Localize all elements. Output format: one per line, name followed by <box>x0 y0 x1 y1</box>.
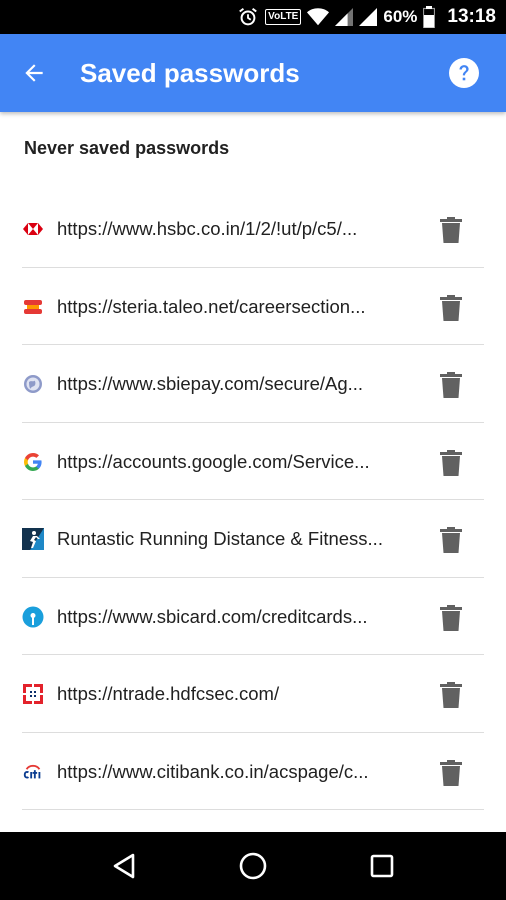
entry-url: https://www.sbiepay.com/secure/Ag... <box>57 373 364 394</box>
password-exceptions-list: https://www.hsbc.co.in/1/2/!ut/p/c5/... … <box>0 190 506 810</box>
entry-url: https://accounts.google.com/Service... <box>57 450 370 472</box>
citi-favicon <box>22 761 44 783</box>
delete-button[interactable] <box>434 291 468 325</box>
signal-icon <box>359 8 378 26</box>
entry-url: https://steria.taleo.net/careersection..… <box>57 295 366 317</box>
help-icon <box>449 58 479 88</box>
system-nav-bar <box>0 832 506 900</box>
arrow-back-icon <box>25 64 43 82</box>
entry-url: https://ntrade.hdfcsec.com/ <box>57 683 280 704</box>
status-bar: VoLTE 60% 13:18 <box>0 0 506 34</box>
google-favicon <box>22 451 44 473</box>
delete-button[interactable] <box>434 446 468 480</box>
delete-button[interactable] <box>434 678 468 712</box>
list-item[interactable]: https://accounts.google.com/Service... <box>0 423 506 500</box>
trash-icon <box>440 372 462 398</box>
alarm-icon <box>237 6 259 28</box>
trash-icon <box>440 527 462 553</box>
taleo-favicon <box>22 296 44 318</box>
entry-url: Runtastic Running Distance & Fitness... <box>57 528 383 549</box>
sbi-favicon <box>22 606 44 628</box>
help-button[interactable] <box>448 57 480 89</box>
trash-icon <box>440 294 462 321</box>
list-item[interactable]: https://www.citibank.co.in/acspage/c... <box>0 733 506 810</box>
nav-recents-button[interactable] <box>360 844 404 888</box>
battery-percent: 60% <box>383 7 418 26</box>
trash-icon <box>440 604 462 631</box>
list-item[interactable]: Runtastic Running Distance & Fitness... <box>0 500 506 578</box>
hdfc-favicon <box>22 683 44 705</box>
delete-button[interactable] <box>434 601 468 635</box>
divider <box>22 809 484 810</box>
back-button[interactable] <box>14 53 54 93</box>
trash-icon <box>440 759 462 786</box>
recents-square-icon <box>370 854 393 878</box>
wifi-icon <box>307 7 330 27</box>
delete-button[interactable] <box>434 368 468 402</box>
nav-back-button[interactable] <box>102 844 146 888</box>
delete-button[interactable] <box>434 213 468 247</box>
trash-icon <box>440 217 462 243</box>
page-title: Saved passwords <box>80 58 300 88</box>
list-item[interactable]: https://ntrade.hdfcsec.com/ <box>0 655 506 733</box>
clock: 13:18 <box>447 6 496 27</box>
globe-icon <box>22 373 44 395</box>
trash-icon <box>440 449 462 476</box>
delete-button[interactable] <box>434 756 468 790</box>
list-item[interactable]: https://www.sbiepay.com/secure/Ag... <box>0 345 506 423</box>
section-header: Never saved passwords <box>24 138 230 158</box>
app-bar: Saved passwords <box>0 34 506 112</box>
list-item[interactable]: https://www.hsbc.co.in/1/2/!ut/p/c5/... <box>0 190 506 268</box>
volte-badge: VoLTE <box>265 9 302 25</box>
entry-url: https://www.sbicard.com/creditcards... <box>57 605 368 627</box>
nav-home-button[interactable] <box>231 844 275 888</box>
signal-icon <box>335 8 354 26</box>
entry-url: https://www.hsbc.co.in/1/2/!ut/p/c5/... <box>57 218 358 239</box>
battery-icon <box>423 6 436 28</box>
home-circle-icon <box>239 852 267 880</box>
hsbc-favicon <box>22 218 44 240</box>
back-triangle-icon <box>114 853 135 879</box>
list-item[interactable]: https://www.sbicard.com/creditcards... <box>0 578 506 655</box>
entry-url: https://www.citibank.co.in/acspage/c... <box>57 760 369 782</box>
list-item[interactable]: https://steria.taleo.net/careersection..… <box>0 268 506 345</box>
runtastic-app-icon <box>22 528 44 550</box>
delete-button[interactable] <box>434 523 468 557</box>
trash-icon <box>440 682 462 708</box>
